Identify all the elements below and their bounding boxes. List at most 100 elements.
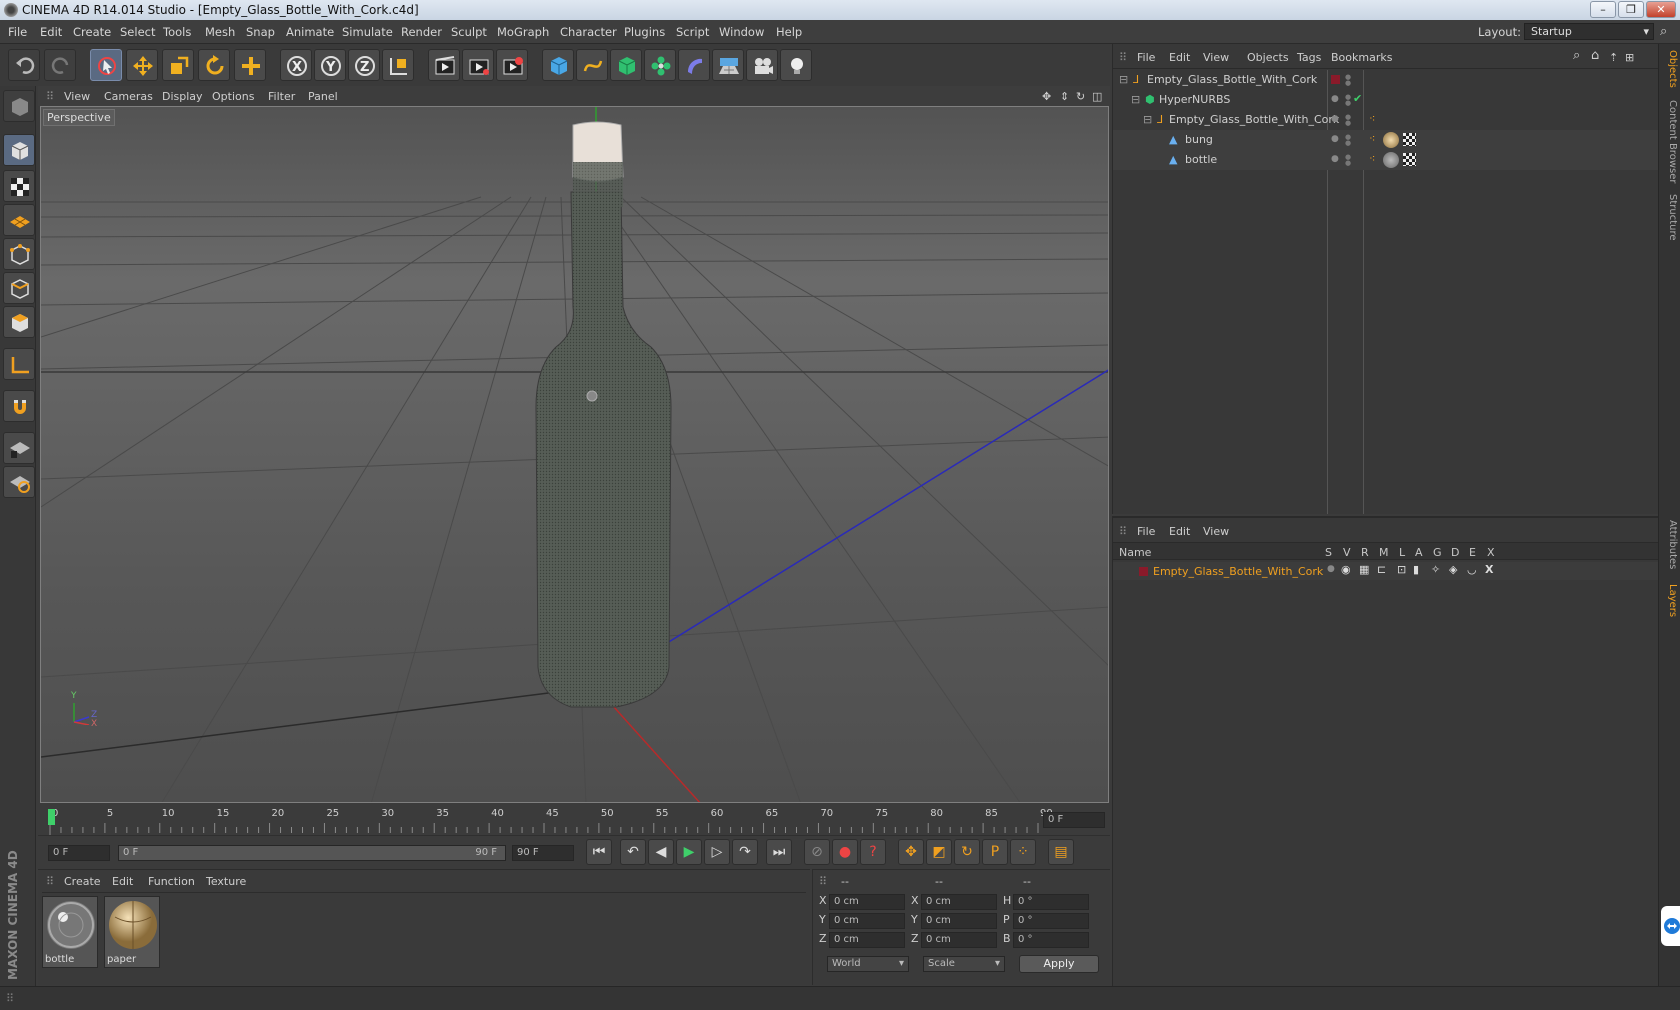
timeline-window-button[interactable]: ▤ <box>1048 839 1074 865</box>
x-axis-lock[interactable]: X <box>280 49 312 81</box>
up-arrow-icon[interactable]: ⇡ <box>1609 51 1618 64</box>
coordinate-system-button[interactable] <box>382 49 414 81</box>
visibility-dots[interactable]: ● ● <box>1345 134 1351 147</box>
apply-button[interactable]: Apply <box>1019 955 1099 973</box>
axis-mode-button[interactable] <box>3 348 35 380</box>
layers-menu-file[interactable]: File <box>1137 525 1155 538</box>
material-tag-icon[interactable] <box>1383 132 1399 148</box>
position-y-field[interactable]: 0 cm <box>829 913 905 929</box>
editor-visibility-dot[interactable]: ● <box>1331 94 1339 104</box>
render-to-picture-viewer-button[interactable] <box>462 49 494 81</box>
perspective-viewport[interactable]: Perspective Y Z X <box>40 106 1109 803</box>
camera-button[interactable] <box>746 49 778 81</box>
phong-tag-icon[interactable]: ⁖ <box>1369 112 1375 125</box>
move-tool[interactable] <box>126 49 158 81</box>
deformer-icon[interactable]: ◈ <box>1449 563 1457 576</box>
viewport-menu-cameras[interactable]: Cameras <box>104 90 153 103</box>
tab-content-browser[interactable]: Content Browser <box>1662 100 1678 183</box>
playhead[interactable] <box>48 809 55 825</box>
light-button[interactable] <box>780 49 812 81</box>
size-z-field[interactable]: 0 cm <box>921 932 997 948</box>
layer-column-visible[interactable]: V <box>1343 546 1351 559</box>
play-button[interactable]: ▶ <box>676 839 702 865</box>
lock-icon[interactable]: ⊡ <box>1397 563 1406 576</box>
viewport-maximize-icon[interactable]: ◫ <box>1092 90 1102 103</box>
viewport-menu-options[interactable]: Options <box>212 90 254 103</box>
viewport-menu-filter[interactable]: Filter <box>268 90 295 103</box>
editor-visibility-dot[interactable]: ● <box>1331 154 1339 164</box>
keyframe-help-button[interactable]: ? <box>860 839 886 865</box>
previous-frame-button[interactable]: ◀ <box>648 839 674 865</box>
menu-mograph[interactable]: MoGraph <box>497 25 549 39</box>
minimize-button[interactable]: – <box>1590 1 1616 18</box>
frame-range-slider[interactable]: 0 F 90 F <box>118 845 506 861</box>
menu-script[interactable]: Script <box>676 25 709 39</box>
viewport-move-icon[interactable]: ✥ <box>1042 90 1051 103</box>
cube-primitive-button[interactable] <box>542 49 574 81</box>
tab-structure[interactable]: Structure <box>1662 194 1678 241</box>
undo-button[interactable] <box>8 49 40 81</box>
collapse-icon[interactable]: ⊟ <box>1119 73 1128 86</box>
key-rotation-toggle[interactable]: ↻ <box>954 839 980 865</box>
editor-visibility-dot[interactable]: ● <box>1331 114 1339 124</box>
mograph-cloner-button[interactable] <box>644 49 676 81</box>
material-menu-function[interactable]: Function <box>148 875 195 888</box>
rotation-h-field[interactable]: 0 ° <box>1013 894 1089 910</box>
visibility-dots[interactable]: ● ● <box>1345 94 1351 107</box>
layer-row[interactable]: Empty_Glass_Bottle_With_Cork ● ◉ ▦ ⊏ ⊡ ▮… <box>1113 562 1659 580</box>
texture-mode-button[interactable] <box>3 170 35 202</box>
object-row[interactable]: ⊟ ⅃ Empty_Glass_Bottle_With_Cork ● ● ● ⁖ <box>1113 110 1659 130</box>
next-key-button[interactable]: ↷ <box>732 839 758 865</box>
y-axis-lock[interactable]: Y <box>314 49 346 81</box>
layer-column-generators[interactable]: G <box>1433 546 1442 559</box>
maximize-button[interactable]: ❐ <box>1618 1 1644 18</box>
phong-tag-icon[interactable]: ⁖ <box>1369 152 1375 165</box>
uvw-tag-icon[interactable] <box>1403 133 1416 146</box>
menu-file[interactable]: File <box>8 25 27 39</box>
rotate-tool[interactable] <box>198 49 230 81</box>
generator-icon[interactable]: ✧ <box>1431 563 1440 576</box>
tab-objects[interactable]: Objects <box>1662 50 1678 88</box>
layer-column-render[interactable]: R <box>1361 546 1369 559</box>
z-axis-lock[interactable]: Z <box>348 49 380 81</box>
visibility-dots[interactable]: ● ● <box>1345 74 1351 87</box>
solo-mode-button[interactable] <box>3 466 35 498</box>
points-mode-button[interactable] <box>3 238 35 270</box>
editor-visibility-dot[interactable]: ● <box>1331 134 1339 144</box>
objects-menu-tags[interactable]: Tags <box>1297 51 1321 64</box>
deformer-button[interactable] <box>678 49 710 81</box>
collapse-icon[interactable]: ⊟ <box>1143 113 1152 126</box>
start-frame-field[interactable]: 0 F <box>48 845 110 861</box>
visibility-dots[interactable]: ● ● <box>1345 114 1351 127</box>
search-icon[interactable]: ⌕ <box>1573 48 1580 63</box>
timeline-ruler[interactable]: 051015202530354045505560657075808590 0 F <box>38 805 1110 835</box>
viewport-zoom-icon[interactable]: ⇕ <box>1060 90 1069 103</box>
menu-sculpt[interactable]: Sculpt <box>451 25 487 39</box>
key-position-toggle[interactable]: ✥ <box>898 839 924 865</box>
menu-mesh[interactable]: Mesh <box>205 25 235 39</box>
menu-character[interactable]: Character <box>560 25 617 39</box>
transform-mode-dropdown[interactable]: Scale ▾ <box>923 956 1005 972</box>
expression-icon[interactable]: ◡ <box>1467 563 1477 576</box>
material-tag-icon[interactable] <box>1383 152 1399 168</box>
phong-tag-icon[interactable]: ⁖ <box>1369 132 1375 145</box>
panel-grip-icon[interactable]: ⠿ <box>1119 51 1127 64</box>
polygons-mode-button[interactable] <box>3 306 35 338</box>
menu-help[interactable]: Help <box>776 25 802 39</box>
viewport-menu-view[interactable]: View <box>64 90 90 103</box>
position-x-field[interactable]: 0 cm <box>829 894 905 910</box>
layer-column-xref[interactable]: X <box>1487 546 1495 559</box>
material-paper[interactable]: paper <box>104 896 160 968</box>
object-row[interactable]: ⊟ ⬢ HyperNURBS ● ● ● ✔ <box>1113 90 1659 110</box>
layer-column-manager[interactable]: M <box>1379 546 1389 559</box>
material-bottle[interactable]: bottle <box>42 896 98 968</box>
objects-menu-view[interactable]: View <box>1203 51 1229 64</box>
menu-snap[interactable]: Snap <box>246 25 275 39</box>
menu-tools[interactable]: Tools <box>163 25 191 39</box>
layers-menu-edit[interactable]: Edit <box>1169 525 1190 538</box>
layer-name[interactable]: Empty_Glass_Bottle_With_Cork <box>1153 565 1323 578</box>
layer-column-animation[interactable]: A <box>1415 546 1423 559</box>
key-pla-toggle[interactable]: ⁘ <box>1010 839 1036 865</box>
menu-plugins[interactable]: Plugins <box>624 25 665 39</box>
menu-edit[interactable]: Edit <box>40 25 62 39</box>
